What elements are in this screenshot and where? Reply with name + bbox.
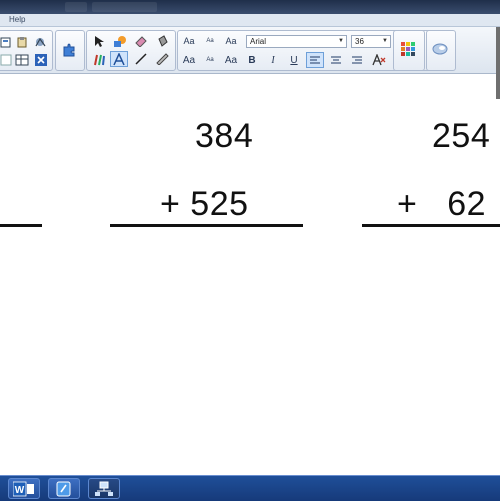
- answer-line: [362, 224, 500, 227]
- text-effects-icon[interactable]: [370, 52, 388, 68]
- font-size-value: 36: [355, 37, 364, 46]
- properties-icon[interactable]: [431, 41, 449, 57]
- font-name-value: Arial: [250, 37, 267, 46]
- font-size-select[interactable]: 36 ▼: [351, 35, 391, 48]
- toolbar: Aa Aa Aa Arial ▼ 36 ▼ Aa Aa Aa B I U: [0, 27, 500, 74]
- text-style-large[interactable]: Aa: [180, 33, 198, 49]
- toolbar-group-color: [393, 30, 425, 71]
- paste-icon[interactable]: [13, 34, 31, 50]
- align-right-icon[interactable]: [348, 52, 366, 68]
- table-icon[interactable]: [13, 52, 31, 68]
- screen-shade-icon[interactable]: [32, 34, 50, 50]
- text-style-small-2[interactable]: Aa: [201, 52, 219, 68]
- shapes-icon[interactable]: [111, 33, 129, 49]
- text-style-mixed[interactable]: Aa: [222, 33, 240, 49]
- notebook-icon: [56, 481, 71, 496]
- text-style-mixed-2[interactable]: Aa: [222, 52, 240, 68]
- taskbar-network-button[interactable]: [88, 478, 120, 499]
- pens-icon[interactable]: [90, 51, 108, 67]
- window-title-strip: [0, 0, 500, 14]
- fill-bucket-icon[interactable]: [153, 33, 171, 49]
- toolbar-group-page: [0, 30, 53, 71]
- answer-line: [110, 224, 303, 227]
- font-name-select[interactable]: Arial ▼: [246, 35, 347, 48]
- color-palette-icon[interactable]: [399, 41, 417, 57]
- canvas[interactable]: 384 + 525 254 + 62: [0, 74, 500, 475]
- align-center-icon[interactable]: [327, 52, 345, 68]
- chevron-down-icon: ▼: [382, 38, 388, 44]
- text-style-small[interactable]: Aa: [201, 33, 219, 49]
- creative-pen-icon[interactable]: [153, 51, 171, 67]
- bold-button[interactable]: B: [243, 52, 261, 68]
- taskbar: W: [0, 475, 500, 501]
- select-arrow-icon[interactable]: [90, 33, 108, 49]
- italic-button[interactable]: I: [264, 52, 282, 68]
- answer-line: [0, 224, 42, 227]
- window-tab[interactable]: [92, 2, 157, 12]
- delete-icon[interactable]: [32, 52, 50, 68]
- network-icon: [95, 481, 113, 496]
- menu-help[interactable]: Help: [9, 15, 25, 24]
- toolbar-group-gallery: [55, 30, 85, 71]
- taskbar-word-button[interactable]: W: [8, 478, 40, 499]
- text-style-large-2[interactable]: Aa: [180, 52, 198, 68]
- puzzle-icon[interactable]: [60, 42, 78, 58]
- chevron-down-icon: ▼: [338, 38, 344, 44]
- problem1-top-number: 384: [195, 117, 254, 155]
- eraser-icon[interactable]: [132, 33, 150, 49]
- menu-bar: Help: [0, 14, 500, 27]
- toolbar-group-properties: [426, 30, 456, 71]
- align-left-icon[interactable]: [306, 52, 324, 68]
- problem1-bottom-number: + 525: [160, 185, 249, 223]
- text-tool-icon[interactable]: [110, 51, 128, 67]
- problem2-bottom-number: + 62: [397, 185, 487, 223]
- window-tab[interactable]: [65, 2, 87, 12]
- taskbar-notebook-button[interactable]: [48, 478, 80, 499]
- line-tool-icon[interactable]: [132, 51, 150, 67]
- word-icon-label: W: [15, 485, 25, 496]
- problem2-top-number: 254: [432, 117, 491, 155]
- toolbar-group-tools: [86, 30, 176, 71]
- word-icon: W: [13, 481, 34, 496]
- underline-button[interactable]: U: [285, 52, 303, 68]
